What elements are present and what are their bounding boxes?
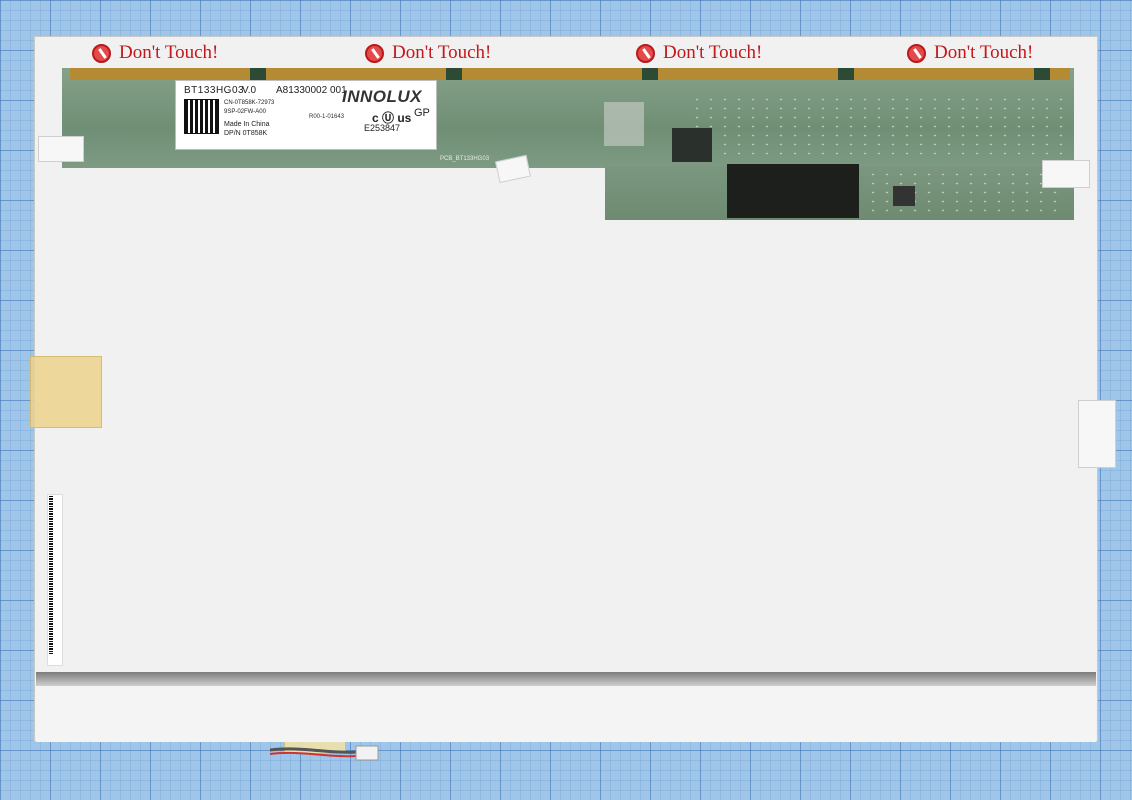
dpn-text: DP/N 0T858K [224, 130, 268, 137]
barcode [49, 496, 53, 654]
cert-number: E253847 [364, 123, 401, 133]
warning-label: Don't Touch! [636, 42, 762, 64]
warning-hand-icon [365, 43, 384, 63]
warning-hand-icon [636, 43, 655, 63]
warning-text: Don't Touch! [934, 42, 1034, 63]
warning-label: Don't Touch! [907, 42, 1033, 64]
warning-hand-icon [92, 43, 111, 63]
brand-logo: INNOLUX [342, 87, 422, 106]
cn-code: CN-0T858K-72973 [224, 100, 275, 106]
warning-text: Don't Touch! [119, 42, 219, 63]
flex-connector-strip [70, 68, 1070, 80]
warning-label: Don't Touch! [365, 42, 491, 64]
model-number: BT133HG03 [184, 85, 245, 96]
inductor [893, 186, 915, 206]
serial-number: A81330002 001 [276, 85, 347, 96]
pcb-components [690, 95, 1070, 155]
adhesive-tape [30, 356, 102, 428]
origin-text: Made In China [224, 121, 270, 128]
datamatrix-code [184, 99, 219, 134]
corner-tab [1042, 160, 1090, 188]
controller-chip [672, 128, 712, 162]
warning-label: Don't Touch! [92, 42, 218, 64]
warning-row: Don't Touch! Don't Touch! Don't Touch! D… [34, 36, 1098, 70]
black-tape-shield [727, 164, 859, 218]
warning-text: Don't Touch! [392, 42, 492, 63]
warning-text: Don't Touch! [663, 42, 763, 63]
lvds-cable [270, 745, 379, 761]
bezel-edge [36, 672, 1096, 686]
metal-pad [604, 102, 644, 146]
cable-wire [270, 747, 357, 754]
warning-hand-icon [907, 43, 926, 63]
gp-mark: GP [414, 107, 430, 119]
pcb-code: R00-1-01643 [309, 114, 345, 120]
cable-connector [355, 745, 379, 761]
side-tab [1078, 400, 1116, 468]
bottom-frame [36, 686, 1096, 742]
corner-tab [38, 136, 84, 162]
version: V.0 [242, 85, 257, 96]
product-label: BT133HG03 V.0 A81330002 001 CN-0T858K-72… [175, 80, 437, 150]
part-code: 9SP-02FW-A00 [224, 109, 266, 115]
pcb-name: PCB_BT133HG03 [440, 156, 490, 162]
